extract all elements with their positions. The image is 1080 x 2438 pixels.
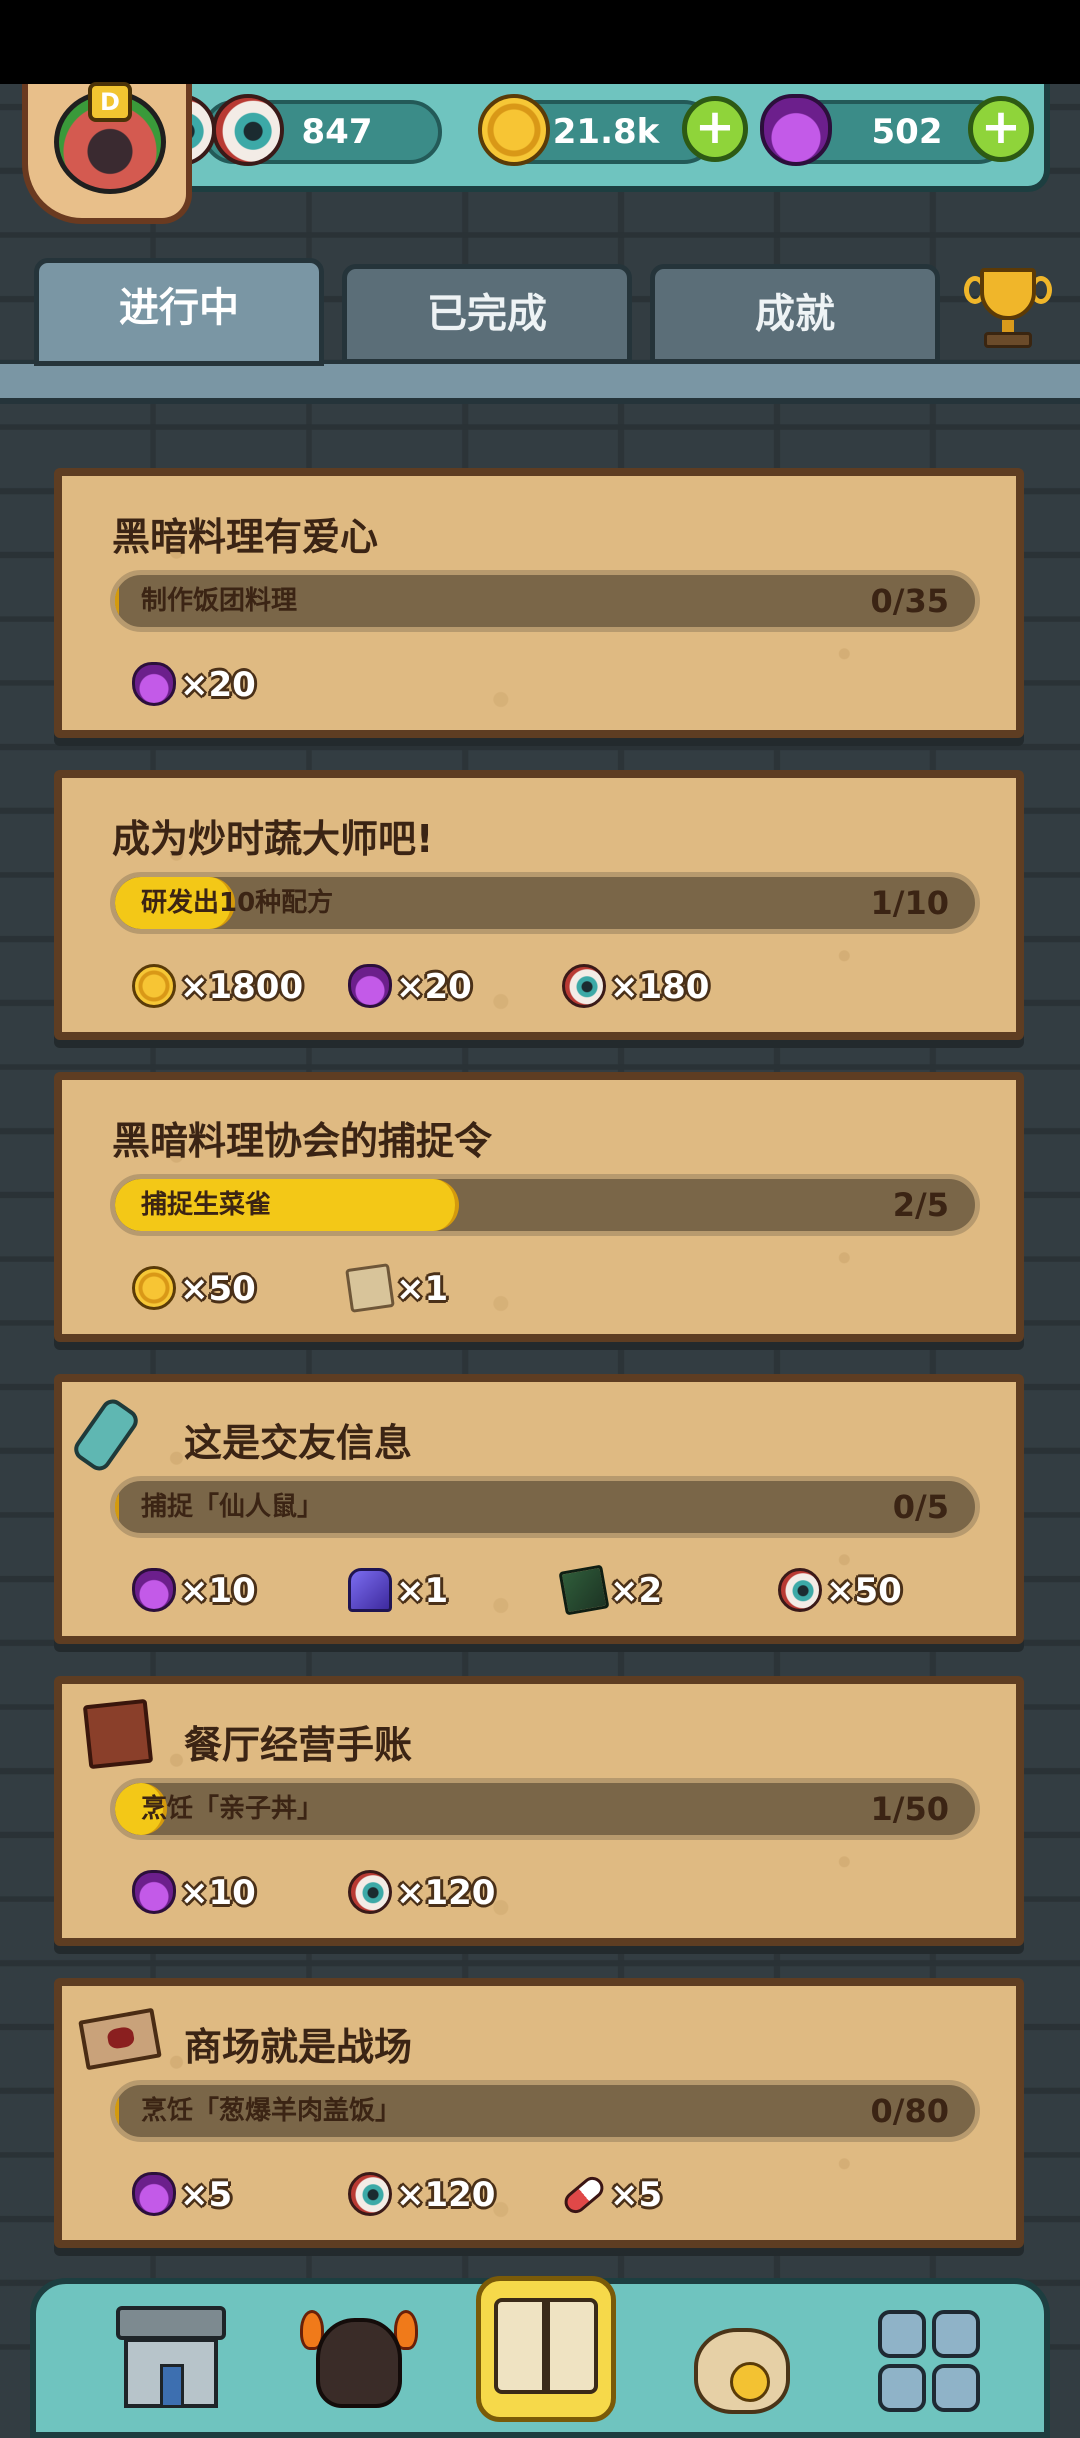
bottom-nav <box>30 2276 1050 2438</box>
eyeball-icon <box>348 2172 392 2216</box>
message-bottle-icon <box>69 1392 166 1476</box>
quest-title: 这是交友信息 <box>184 1421 413 1465</box>
eyeball-count: 847 <box>301 112 373 152</box>
monster-icon[interactable] <box>294 2302 424 2422</box>
quest-task: 捕捉生菜雀 <box>141 1190 272 1220</box>
quest-card[interactable]: 黑暗料理有爱心 制作饭团料理 0/35 ×20 <box>54 468 1024 738</box>
potion-icon <box>348 964 392 1008</box>
tab-achievements[interactable]: 成就 <box>650 264 940 364</box>
reward-amount: ×120 <box>396 1873 496 1913</box>
buy-potions-button[interactable]: + <box>968 96 1034 162</box>
eyeball-icon <box>348 1870 392 1914</box>
quest-task: 捕捉「仙人鼠」 <box>141 1492 324 1522</box>
potion-icon <box>132 1568 176 1612</box>
potion-icon <box>132 662 176 706</box>
reward-amount: ×5 <box>610 2175 663 2215</box>
pill-icon <box>560 2172 608 2218</box>
reward-amount: ×20 <box>180 665 256 705</box>
reward-amount: ×1800 <box>180 967 304 1007</box>
quest-title: 餐厅经营手账 <box>184 1723 413 1767</box>
quest-card[interactable]: 餐厅经营手账 烹饪「亲子丼」 1/50 ×10 ×120 <box>54 1676 1024 1946</box>
quest-count: 2/5 <box>892 1186 949 1224</box>
book-icon <box>76 1694 166 1774</box>
quest-task: 烹饪「亲子丼」 <box>141 1794 324 1824</box>
trophy-icon[interactable] <box>962 262 1054 354</box>
quest-count: 1/50 <box>870 1790 949 1828</box>
map-icon <box>76 1996 166 2076</box>
quest-progress-bar: 烹饪「葱爆羊肉盖饭」 0/80 <box>110 2080 980 2142</box>
potion-count: 502 <box>871 112 943 152</box>
tab-completed[interactable]: 已完成 <box>342 264 632 364</box>
quest-progress-fill <box>115 1481 119 1533</box>
scroll-icon <box>345 1263 395 1313</box>
reward-amount: ×10 <box>180 1873 256 1913</box>
potion-icon <box>132 2172 176 2216</box>
quest-progress-bar: 烹饪「亲子丼」 1/50 <box>110 1778 980 1840</box>
coin-count: 21.8k <box>552 112 660 152</box>
card-icon <box>558 1564 610 1616</box>
potion-icon <box>760 94 832 166</box>
quest-title: 成为炒时蔬大师吧! <box>112 817 434 861</box>
reward-amount: ×180 <box>610 967 710 1007</box>
potion-icon <box>132 1870 176 1914</box>
quest-title: 商场就是战场 <box>184 2025 413 2069</box>
quest-count: 0/5 <box>892 1488 949 1526</box>
reward-amount: ×1 <box>396 1269 449 1309</box>
buy-coins-button[interactable]: + <box>682 96 748 162</box>
quest-card[interactable]: 成为炒时蔬大师吧! 研发出10种配方 1/10 ×1800 ×20 ×180 <box>54 770 1024 1040</box>
quest-book-icon[interactable] <box>476 2276 616 2422</box>
quest-card[interactable]: 这是交友信息 捕捉「仙人鼠」 0/5 ×10 ×1 ×2 ×50 <box>54 1374 1024 1644</box>
quest-card[interactable]: 商场就是战场 烹饪「葱爆羊肉盖饭」 0/80 ×5 ×120 ×5 <box>54 1978 1024 2248</box>
coin-icon <box>478 94 550 166</box>
menu-grid-icon[interactable] <box>866 2302 996 2422</box>
coin-icon <box>132 1266 176 1310</box>
quest-progress-bar: 捕捉生菜雀 2/5 <box>110 1174 980 1236</box>
quest-title: 黑暗料理有爱心 <box>112 515 379 559</box>
reward-amount: ×20 <box>396 967 472 1007</box>
rank-badge: D <box>88 82 132 122</box>
reward-amount: ×10 <box>180 1571 256 1611</box>
reward-amount: ×2 <box>610 1571 663 1611</box>
quest-task: 烹饪「葱爆羊肉盖饭」 <box>141 2096 402 2126</box>
quest-progress-fill <box>115 2085 119 2137</box>
eyeball-header-icon <box>212 94 284 166</box>
quest-count: 1/10 <box>870 884 949 922</box>
eyeball-icon <box>778 1568 822 1612</box>
reward-amount: ×1 <box>396 1571 449 1611</box>
quest-card[interactable]: 黑暗料理协会的捕捉令 捕捉生菜雀 2/5 ×50 ×1 <box>54 1072 1024 1342</box>
quest-task: 制作饭团料理 <box>141 586 298 616</box>
reward-amount: ×120 <box>396 2175 496 2215</box>
status-bar <box>0 0 1080 84</box>
quest-progress-bar: 制作饭团料理 0/35 <box>110 570 980 632</box>
quest-count: 0/80 <box>870 2092 949 2130</box>
quest-title: 黑暗料理协会的捕捉令 <box>112 1119 493 1163</box>
player-avatar-frame[interactable]: D <box>22 82 192 224</box>
coin-icon <box>132 964 176 1008</box>
tab-strip <box>0 360 1080 404</box>
coin-bag-icon[interactable] <box>676 2302 806 2422</box>
crystal-icon <box>348 1568 392 1612</box>
quest-count: 0/35 <box>870 582 949 620</box>
tab-in-progress[interactable]: 进行中 <box>34 258 324 366</box>
resource-bar: 847 21.8k + 502 + <box>144 84 1050 192</box>
quest-progress-bar: 研发出10种配方 1/10 <box>110 872 980 934</box>
quest-task: 研发出10种配方 <box>141 888 334 918</box>
eyeball-icon <box>562 964 606 1008</box>
quest-progress-bar: 捕捉「仙人鼠」 0/5 <box>110 1476 980 1538</box>
quest-progress-fill <box>115 575 119 627</box>
reward-amount: ×50 <box>826 1571 902 1611</box>
reward-amount: ×5 <box>180 2175 233 2215</box>
reward-amount: ×50 <box>180 1269 256 1309</box>
shop-icon[interactable] <box>106 2302 236 2422</box>
